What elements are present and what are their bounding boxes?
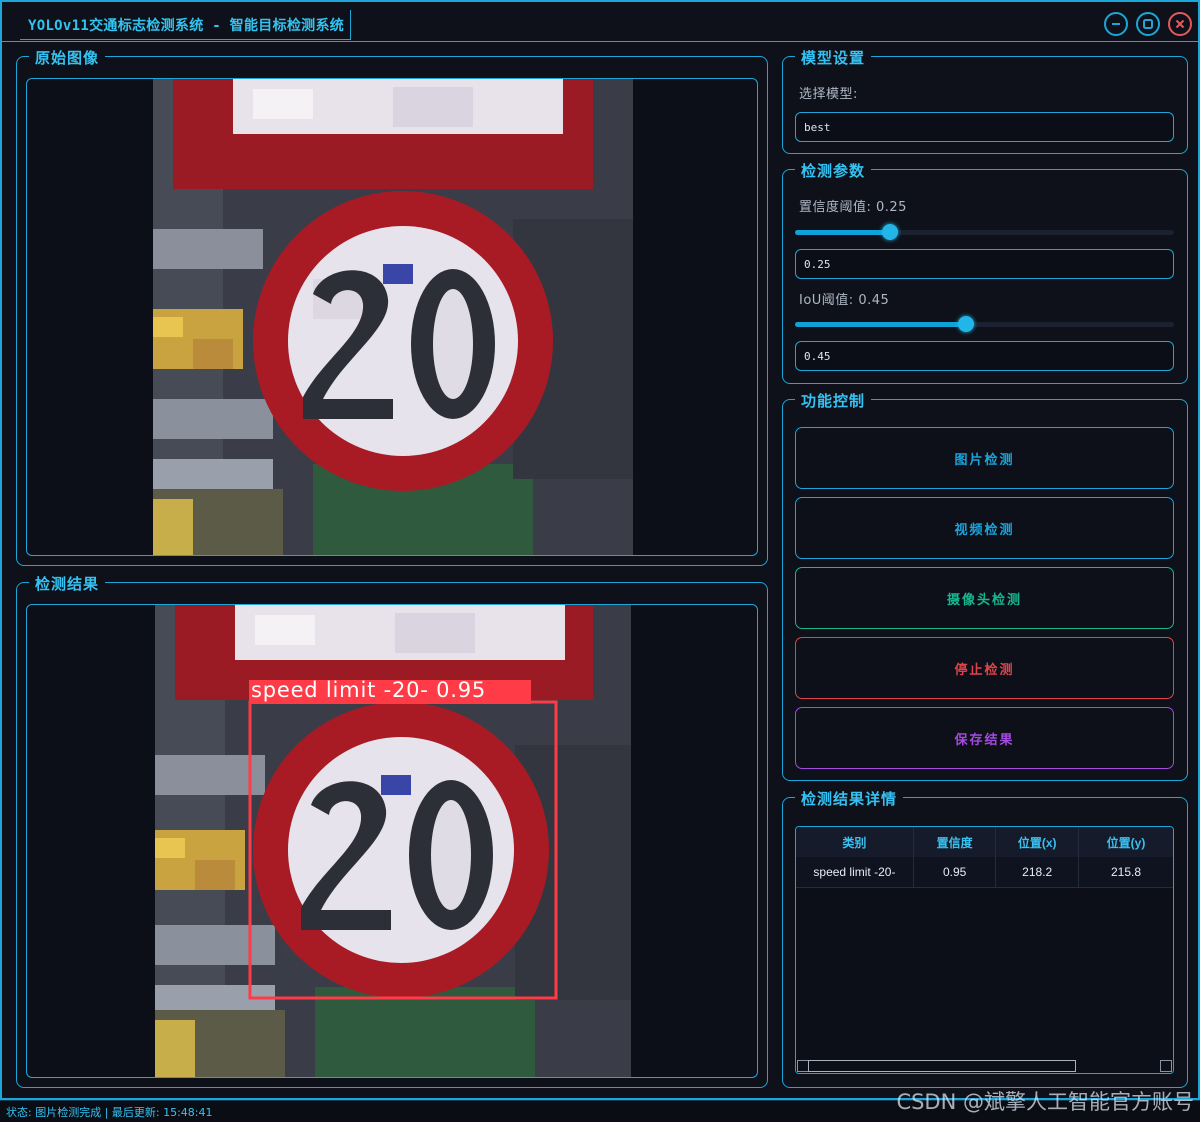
model-settings-title: 模型设置 [795,47,872,68]
iou-label: IoU阈值: 0.45 [799,293,890,308]
slider-fill [795,230,890,235]
results-detail-panel: 检测结果详情 类别 置信度 位置(x) 位置(y) speed limit -2… [782,788,1188,1088]
close-icon [1175,19,1185,29]
status-text: 状态: 图片检测完成 | 最后更新: 15:48:41 [6,1105,213,1119]
maximize-icon [1143,19,1153,29]
function-control-title: 功能控制 [795,390,872,411]
maximize-button[interactable] [1136,12,1160,36]
save-result-button[interactable]: 保存结果 [795,707,1174,769]
detection-params-title: 检测参数 [795,160,872,181]
title-bar: YOLOv11交通标志检测系统 - 智能目标检测系统 [2,2,1198,42]
original-image-title: 原始图像 [29,47,106,68]
horizontal-scrollbar[interactable] [796,1059,1173,1073]
video-detect-button[interactable]: 视频检测 [795,497,1174,559]
confidence-input[interactable]: 0.25 [795,249,1174,279]
window-title: YOLOv11交通标志检测系统 - 智能目标检测系统 [28,17,345,34]
app-window: YOLOv11交通标志检测系统 - 智能目标检测系统 原始图像 检测结果 spe… [0,0,1200,1100]
select-model-label: 选择模型: [799,87,858,102]
detection-params-panel: 检测参数 置信度阈值: 0.25 0.25 IoU阈值: 0.45 0.45 [782,160,1188,384]
column-header[interactable]: 位置(y) [1078,827,1173,857]
camera-detect-button[interactable]: 摄像头检测 [795,567,1174,629]
table-header-row: 类别 置信度 位置(x) 位置(y) [796,827,1173,857]
model-select[interactable]: best [795,112,1174,142]
detection-label: speed limit -20- 0.95 [251,678,487,702]
column-header[interactable]: 类别 [796,827,914,857]
confidence-slider[interactable] [795,223,1174,241]
result-traffic-sign-image [155,605,631,1077]
stop-detect-button[interactable]: 停止检测 [795,637,1174,699]
scrollbar-thumb[interactable] [808,1060,1076,1072]
watermark: CSDN @斌擎人工智能官方账号 [896,1090,1194,1114]
iou-slider[interactable] [795,315,1174,333]
minimize-button[interactable] [1104,12,1128,36]
iou-input[interactable]: 0.45 [795,341,1174,371]
original-image-frame [26,78,758,556]
results-table-container: 类别 置信度 位置(x) 位置(y) speed limit -20- 0.95… [795,826,1174,1074]
result-image-frame: speed limit -20- 0.95 [26,604,758,1078]
results-detail-title: 检测结果详情 [795,788,904,809]
minimize-icon [1112,23,1120,25]
slider-handle[interactable] [881,224,898,240]
column-header[interactable]: 置信度 [913,827,997,857]
table-cell-class: speed limit -20- [796,857,914,888]
table-cell-y: 215.8 [1078,857,1173,888]
slider-handle[interactable] [957,316,974,332]
detection-result-title: 检测结果 [29,573,106,594]
results-table: 类别 置信度 位置(x) 位置(y) speed limit -20- 0.95… [796,827,1173,888]
model-settings-panel: 模型设置 选择模型: best [782,47,1188,154]
original-traffic-sign-image [153,79,633,555]
function-control-panel: 功能控制 图片检测 视频检测 摄像头检测 停止检测 保存结果 [782,390,1188,781]
column-header[interactable]: 位置(x) [995,827,1079,857]
detection-result-panel: 检测结果 speed limit -20- 0.95 [16,573,768,1088]
table-cell-confidence: 0.95 [913,857,997,888]
scroll-right-arrow[interactable] [1160,1060,1172,1072]
close-button[interactable] [1168,12,1192,36]
image-detect-button[interactable]: 图片检测 [795,427,1174,489]
title-box: YOLOv11交通标志检测系统 - 智能目标检测系统 [20,10,352,40]
confidence-label: 置信度阈值: 0.25 [799,200,907,215]
slider-fill [795,322,966,327]
original-image-panel: 原始图像 [16,47,768,566]
table-cell-x: 218.2 [995,857,1079,888]
table-row[interactable]: speed limit -20- 0.95 218.2 215.8 [796,857,1173,888]
